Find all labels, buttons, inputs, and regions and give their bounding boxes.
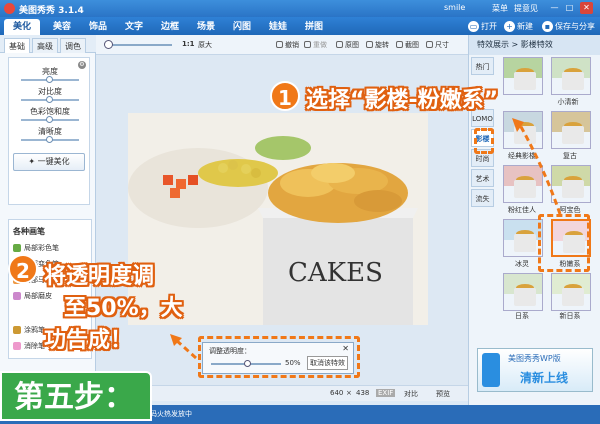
arrow-overlay (170, 118, 562, 360)
step-badge-2: 2 (8, 254, 38, 284)
annotation-2-line2: 至50%，大 (64, 296, 183, 321)
annotation-1: 选择“影楼-粉嫩系” (306, 88, 499, 113)
step-badge-1: 1 (270, 81, 300, 111)
bottom-text: 码火热发放中 (150, 410, 192, 418)
step-label: 第五步： (0, 371, 152, 421)
annotation-2-line1: 将透明度调 (44, 264, 155, 289)
app-window: 美图秀秀 3.1.4 smile 菜单 提意见 — □ ✕ 美化 美容 饰品 文… (0, 0, 600, 424)
annotation-2-line3: 功告成！ (44, 328, 133, 353)
